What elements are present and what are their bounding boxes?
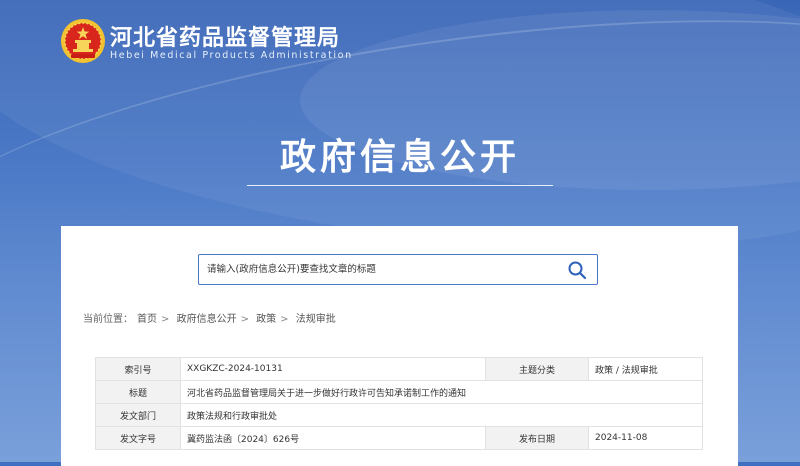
table-row: 索引号 XXGKZC-2024-10131 主题分类 政策 / 法规审批 [95, 357, 703, 381]
section-title: 政府信息公开 [279, 137, 520, 178]
breadcrumb-separator: > [280, 314, 289, 325]
docno-label: 发文字号 [95, 426, 181, 450]
breadcrumb-separator: > [161, 314, 170, 325]
breadcrumb-prefix: 当前位置： [83, 314, 133, 325]
search-icon[interactable] [567, 260, 587, 280]
date-value: 2024-11-08 [588, 426, 703, 450]
section-divider [247, 185, 553, 186]
table-row: 发文字号 冀药监法函〔2024〕626号 发布日期 2024-11-08 [95, 426, 703, 450]
date-label: 发布日期 [485, 426, 589, 450]
search-box[interactable] [198, 254, 598, 285]
breadcrumb-separator: > [240, 314, 249, 325]
title-value: 河北省药品监督管理局关于进一步做好行政许可告知承诺制工作的通知 [180, 380, 703, 404]
title-label: 标题 [95, 380, 181, 404]
document-metadata-table: 索引号 XXGKZC-2024-10131 主题分类 政策 / 法规审批 标题 … [95, 357, 703, 450]
breadcrumb-policy[interactable]: 政策 [256, 314, 276, 325]
table-row: 发文部门 政策法规和行政审批处 [95, 403, 703, 427]
breadcrumb: 当前位置： 首页 > 政府信息公开 > 政策 > 法规审批 [83, 310, 340, 325]
national-emblem-icon[interactable] [60, 18, 106, 64]
dept-label: 发文部门 [95, 403, 181, 427]
category-value: 政策 / 法规审批 [588, 357, 703, 381]
table-row: 标题 河北省药品监督管理局关于进一步做好行政许可告知承诺制工作的通知 [95, 380, 703, 404]
breadcrumb-regulation[interactable]: 法规审批 [296, 314, 336, 325]
index-value: XXGKZC-2024-10131 [180, 357, 486, 381]
site-subtitle: Hebei Medical Products Administration [110, 50, 353, 61]
dept-value: 政策法规和行政审批处 [180, 403, 703, 427]
breadcrumb-gov-info[interactable]: 政府信息公开 [177, 314, 237, 325]
docno-value: 冀药监法函〔2024〕626号 [180, 426, 486, 450]
breadcrumb-home[interactable]: 首页 [137, 314, 157, 325]
search-input[interactable] [199, 255, 565, 284]
category-label: 主题分类 [485, 357, 589, 381]
site-title[interactable]: 河北省药品监督管理局 [110, 20, 340, 52]
index-label: 索引号 [95, 357, 181, 381]
